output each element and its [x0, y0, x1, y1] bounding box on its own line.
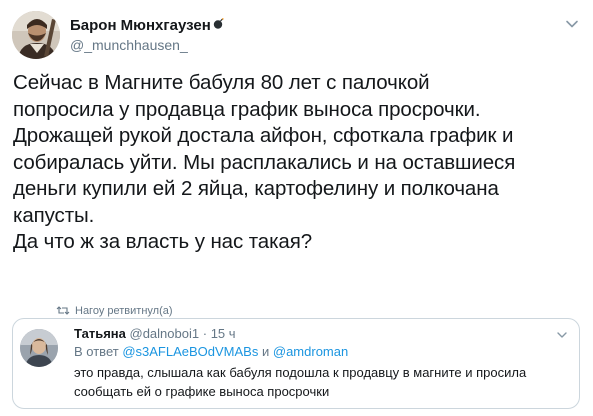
chevron-down-icon[interactable]	[556, 328, 568, 340]
author-display-name[interactable]: Барон Мюнхгаузен	[70, 16, 211, 35]
tweet-text-line: деньги купили ей 2 яйца, картофелину и п…	[13, 177, 499, 200]
quoted-author-avatar[interactable]	[20, 329, 58, 367]
tweet-text-line: собиралась уйти. Мы расплакались и на ос…	[13, 150, 516, 174]
author-avatar[interactable]	[12, 11, 60, 59]
bomb-icon	[213, 16, 224, 29]
tweet-text-line: капусты.	[13, 203, 95, 227]
tweet-text-line: Сейчас в Магните бабуля 80 лет с палочко…	[13, 71, 430, 94]
retweet-icon	[56, 306, 70, 315]
tweet-text: Сейчас в Магните бабуля 80 лет с палочко…	[13, 70, 585, 256]
mention-link[interactable]: @amdroman	[273, 344, 348, 359]
mention-link[interactable]: @s3AFLAeBOdVMABs	[122, 344, 258, 359]
tweet-header: Барон Мюнхгаузен @_munchhausen_	[12, 11, 581, 59]
quoted-header: Татьяна @dalnoboi1 · 15 ч	[74, 326, 236, 342]
tweet-text-line: Дрожащей рукой достала айфон, сфоткала г…	[13, 124, 514, 147]
quoted-tweet[interactable]: Татьяна @dalnoboi1 · 15 ч В ответ @s3AFL…	[12, 318, 580, 409]
tweet-text-line: Да что ж за власть у нас такая?	[13, 230, 313, 253]
tweet-text-line: попросила у продавца график выноса проср…	[13, 97, 481, 121]
chevron-down-icon[interactable]	[565, 17, 579, 31]
reply-prefix: В ответ	[74, 344, 119, 359]
author-names: Барон Мюнхгаузен @_munchhausen_	[70, 16, 224, 54]
reply-context: В ответ @s3AFLAeBOdVMABs и @amdroman	[74, 344, 348, 360]
quoted-handle[interactable]: @dalnoboi1	[130, 326, 200, 341]
quoted-timestamp[interactable]: 15 ч	[211, 326, 236, 341]
quoted-text: это правда, слышала как бабуля подошла к…	[74, 365, 527, 399]
quoted-display-name[interactable]: Татьяна	[74, 326, 126, 341]
retweet-note: Нагоу ретвитнул(а)	[56, 305, 173, 318]
author-handle[interactable]: @_munchhausen_	[70, 36, 224, 54]
retweet-note-text[interactable]: Нагоу ретвитнул(а)	[75, 305, 173, 317]
separator-dot: ·	[202, 326, 208, 341]
reply-joiner: и	[261, 344, 270, 359]
